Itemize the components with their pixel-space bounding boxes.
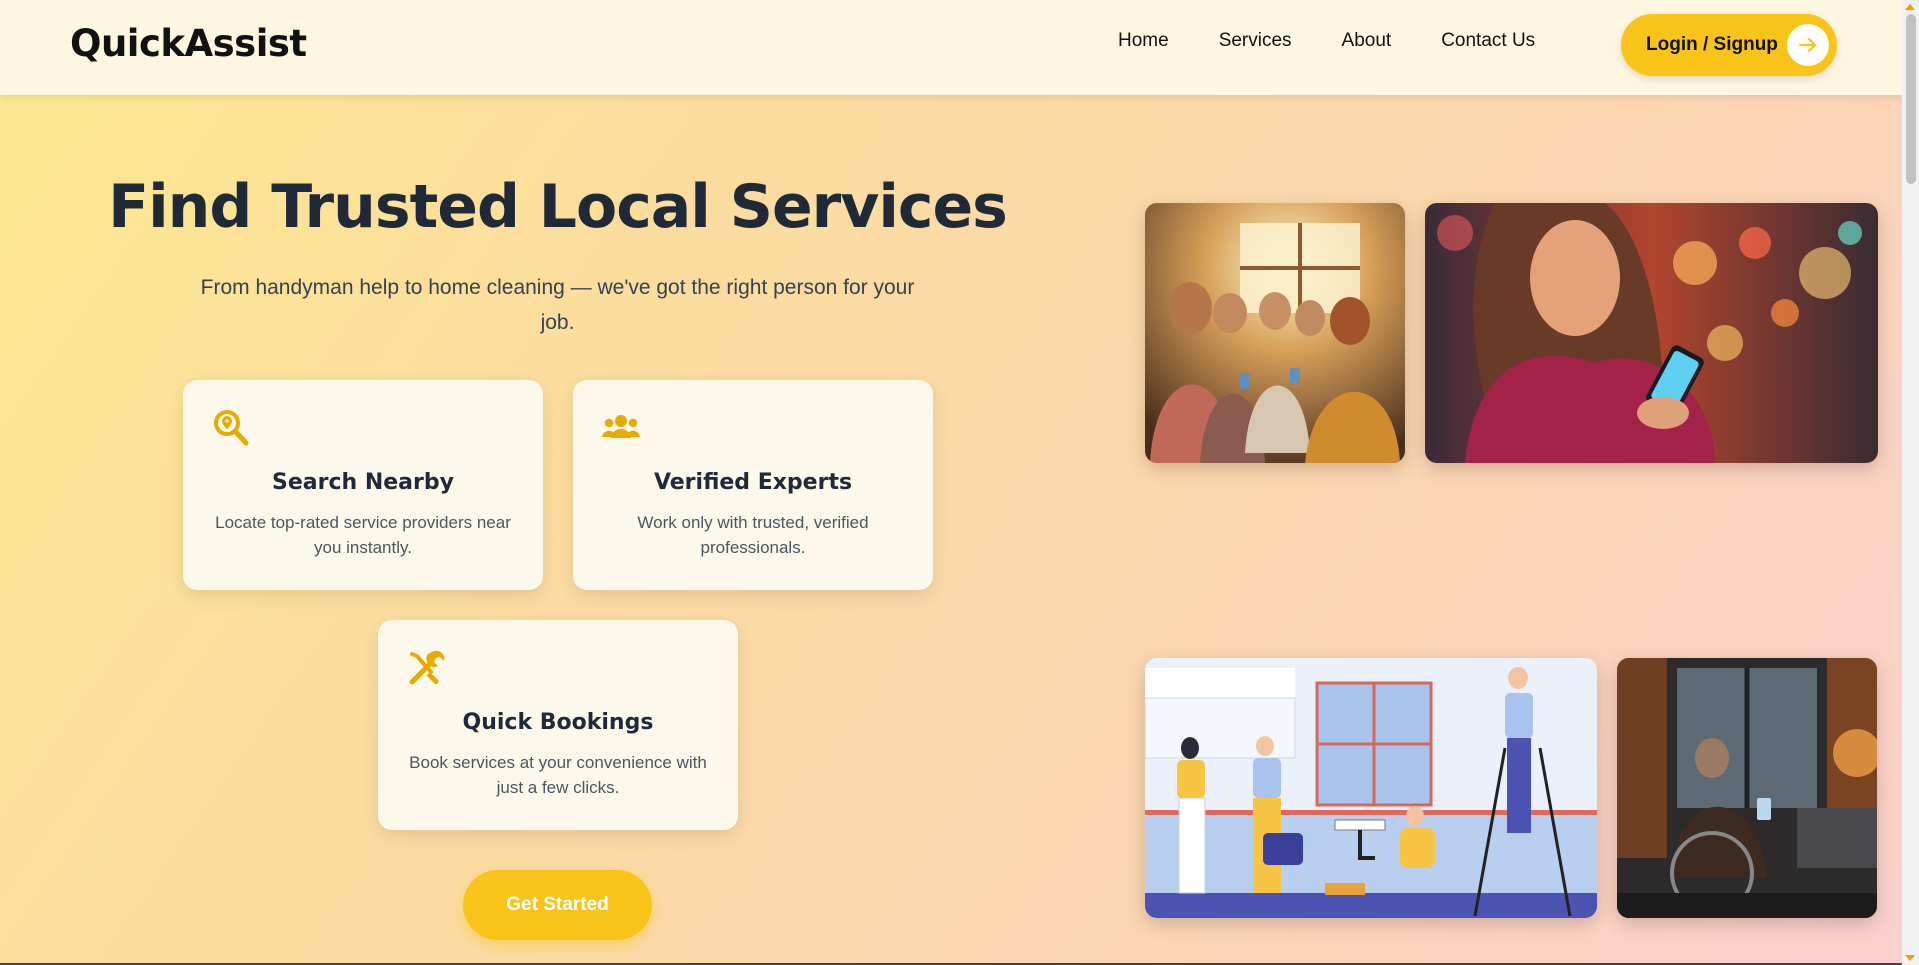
feature-description: Book services at your convenience with j… xyxy=(409,753,707,797)
scroll-down-arrow-icon[interactable] xyxy=(1905,955,1915,961)
scroll-thumb[interactable] xyxy=(1906,14,1916,184)
navbar: QuickAssist Home Services About Contact … xyxy=(0,0,1902,95)
feature-title: Verified Experts xyxy=(653,470,853,495)
man-wheelchair-photo xyxy=(1617,658,1877,918)
nav-link-services[interactable]: Services xyxy=(1219,30,1292,52)
hero-title: Find Trusted Local Services xyxy=(108,172,1008,242)
tools-icon xyxy=(406,648,446,688)
feature-title: Search Nearby xyxy=(272,470,454,495)
nav-links: Home Services About Contact Us xyxy=(1118,30,1585,52)
nav-link-about[interactable]: About xyxy=(1342,30,1392,52)
feature-description: Work only with trusted, verified profess… xyxy=(637,513,869,557)
logo[interactable]: QuickAssist xyxy=(70,22,307,65)
login-signup-label: Login / Signup xyxy=(1646,34,1778,55)
users-icon xyxy=(601,408,641,448)
feature-title: Quick Bookings xyxy=(462,710,654,735)
service-workers-illustration xyxy=(1145,658,1597,918)
feature-card-bookings: Quick Bookings Book services at your con… xyxy=(378,620,738,830)
feature-description: Locate top-rated service providers near … xyxy=(215,513,511,557)
nav-link-contact[interactable]: Contact Us xyxy=(1441,30,1535,52)
arrow-right-icon xyxy=(1787,24,1829,66)
search-location-icon xyxy=(211,408,251,448)
vertical-scrollbar[interactable] xyxy=(1902,0,1919,965)
feature-card-verified: Verified Experts Work only with trusted,… xyxy=(573,380,933,590)
login-signup-button[interactable]: Login / Signup xyxy=(1621,14,1837,76)
nav-link-home[interactable]: Home xyxy=(1118,30,1169,52)
feature-card-search: Search Nearby Locate top-rated service p… xyxy=(183,380,543,590)
friends-phones-photo xyxy=(1145,203,1405,463)
scroll-up-arrow-icon[interactable] xyxy=(1905,4,1915,10)
get-started-button[interactable]: Get Started xyxy=(463,870,652,940)
woman-smartphone-photo xyxy=(1425,203,1878,463)
hero-subtitle: From handyman help to home cleaning — we… xyxy=(200,276,915,334)
